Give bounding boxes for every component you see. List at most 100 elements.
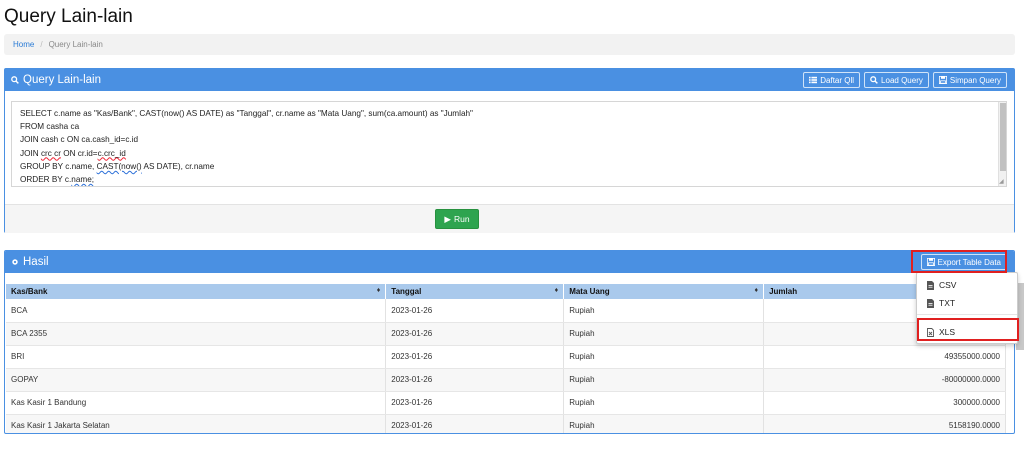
cell-jumlah: -80000000.0000 bbox=[763, 368, 1006, 392]
result-panel: Hasil Export Table Data Kas/Bank ♦ Tangga… bbox=[4, 250, 1015, 434]
export-xls-label: XLS bbox=[939, 327, 956, 337]
cell-tanggal: 2023-01-26 bbox=[385, 414, 565, 433]
cell-tanggal: 2023-01-26 bbox=[385, 299, 565, 323]
sort-icon: ♦ bbox=[754, 287, 759, 294]
table-row: Kas Kasir 1 Jakarta Selatan 2023-01-26 R… bbox=[6, 414, 1006, 433]
run-label: Run bbox=[453, 214, 470, 224]
daftar-qll-button[interactable]: Daftar Qll bbox=[803, 72, 861, 88]
query-footer: ▶ Run bbox=[5, 204, 1014, 233]
column-header-label: Jumlah bbox=[769, 287, 798, 296]
cell-tanggal: 2023-01-26 bbox=[385, 322, 565, 346]
export-csv-label: CSV bbox=[939, 280, 957, 290]
query-panel-title-text: Query Lain-lain bbox=[23, 74, 101, 86]
sql-text: JOIN bbox=[20, 148, 41, 158]
load-query-button[interactable]: Load Query bbox=[864, 72, 929, 88]
sql-misspelled-text: c.crc_id bbox=[97, 148, 126, 158]
table-header-row: Kas/Bank ♦ Tanggal ♦ Mata Uang ♦ Jumlah bbox=[6, 284, 1006, 299]
cell-mata-uang: Rupiah bbox=[563, 414, 765, 433]
table-row: GOPAY 2023-01-26 Rupiah -80000000.0000 bbox=[6, 368, 1006, 392]
gear-icon bbox=[12, 259, 18, 265]
sql-text: AS DATE), cr.name bbox=[141, 161, 215, 171]
column-header-label: Mata Uang bbox=[569, 287, 610, 296]
cell-jumlah: 300000.0000 bbox=[763, 391, 1006, 415]
editor-scrollbar[interactable] bbox=[998, 102, 1006, 186]
cell-kas-bank: GOPAY bbox=[6, 368, 387, 392]
query-panel-header: Query Lain-lain Daftar Qll Load Query Si… bbox=[5, 69, 1014, 91]
excel-file-icon bbox=[927, 327, 934, 337]
search-icon bbox=[870, 76, 878, 84]
daftar-qll-label: Daftar Qll bbox=[820, 75, 855, 85]
result-table: Kas/Bank ♦ Tanggal ♦ Mata Uang ♦ Jumlah BCA… bbox=[6, 284, 1006, 433]
cell-tanggal: 2023-01-26 bbox=[385, 345, 565, 369]
column-header-label: Tanggal bbox=[391, 287, 422, 296]
sql-text: GROUP BY c.name, bbox=[20, 161, 97, 171]
dropdown-divider bbox=[917, 314, 1017, 315]
query-header-buttons: Daftar Qll Load Query Simpan Query bbox=[803, 72, 1007, 88]
export-txt-label: TXT bbox=[939, 298, 956, 308]
cell-mata-uang: Rupiah bbox=[563, 368, 765, 392]
result-panel-title-text: Hasil bbox=[23, 256, 49, 268]
column-header-label: Kas/Bank bbox=[11, 287, 48, 296]
sort-icon: ♦ bbox=[554, 287, 559, 294]
query-panel: Query Lain-lain Daftar Qll Load Query Si… bbox=[4, 68, 1015, 233]
resize-handle-icon[interactable]: ◢ bbox=[999, 179, 1005, 185]
cell-jumlah: 5158190.0000 bbox=[763, 414, 1006, 433]
sql-misspelled-text: crc cr bbox=[40, 148, 61, 158]
cell-mata-uang: Rupiah bbox=[563, 345, 765, 369]
breadcrumb: Home / Query Lain-lain bbox=[4, 34, 1015, 55]
editor-scrollbar-thumb[interactable] bbox=[1000, 103, 1006, 171]
cell-kas-bank: BCA 2355 bbox=[6, 322, 387, 346]
file-icon bbox=[927, 298, 934, 308]
table-row: BRI 2023-01-26 Rupiah 49355000.0000 bbox=[6, 345, 1006, 369]
export-table-data-button[interactable]: Export Table Data bbox=[920, 254, 1007, 270]
export-table-data-label: Export Table Data bbox=[937, 257, 1001, 267]
simpan-query-button[interactable]: Simpan Query bbox=[932, 72, 1007, 88]
sql-query-editor[interactable]: SELECT c.name as "Kas/Bank", CAST(now() … bbox=[11, 101, 1007, 187]
search-icon bbox=[11, 76, 19, 84]
cell-kas-bank: Kas Kasir 1 Jakarta Selatan bbox=[6, 414, 387, 433]
sql-text: ORDER BY c. bbox=[20, 175, 72, 185]
sql-grammar-text: CAST(now() bbox=[96, 161, 142, 171]
result-panel-title: Hasil bbox=[11, 256, 49, 268]
sql-line: JOIN crc cr ON cr.id=c.crc_id bbox=[20, 147, 998, 160]
cell-mata-uang: Rupiah bbox=[563, 391, 765, 415]
result-panel-header: Hasil Export Table Data bbox=[5, 251, 1014, 273]
cell-tanggal: 2023-01-26 bbox=[385, 368, 565, 392]
column-header-kas-bank[interactable]: Kas/Bank ♦ bbox=[6, 284, 387, 299]
cell-kas-bank: BCA bbox=[6, 299, 387, 323]
export-csv-option[interactable]: CSV bbox=[917, 276, 1017, 294]
sort-icon: ♦ bbox=[376, 287, 381, 294]
cell-kas-bank: Kas Kasir 1 Bandung bbox=[6, 391, 387, 415]
export-xls-option[interactable]: XLS bbox=[917, 323, 1017, 341]
page-title: Query Lain-lain bbox=[4, 6, 133, 27]
file-icon bbox=[927, 280, 934, 290]
table-row: BCA 2023-01-26 Rupiah bbox=[6, 299, 1006, 323]
breadcrumb-separator: / bbox=[40, 40, 43, 49]
cell-tanggal: 2023-01-26 bbox=[385, 391, 565, 415]
play-icon: ▶ bbox=[444, 213, 451, 224]
save-icon bbox=[926, 258, 935, 266]
sql-line: FROM casha ca bbox=[20, 122, 80, 132]
export-dropdown-menu: CSV TXT XLS bbox=[916, 272, 1018, 344]
cell-mata-uang: Rupiah bbox=[563, 299, 765, 323]
breadcrumb-current: Query Lain-lain bbox=[48, 40, 103, 49]
sql-line: JOIN cash c ON ca.cash_id=c.id bbox=[20, 135, 139, 145]
run-button[interactable]: ▶ Run bbox=[435, 209, 479, 229]
table-row: Kas Kasir 1 Bandung 2023-01-26 Rupiah 30… bbox=[6, 391, 1006, 415]
cell-jumlah: 49355000.0000 bbox=[763, 345, 1006, 369]
sql-line: ORDER BY c.name; bbox=[20, 173, 998, 186]
export-txt-option[interactable]: TXT bbox=[917, 294, 1017, 312]
table-row: BCA 2355 2023-01-26 Rupiah bbox=[6, 322, 1006, 346]
sql-grammar-text: name; bbox=[71, 175, 95, 185]
column-header-mata-uang[interactable]: Mata Uang ♦ bbox=[563, 284, 765, 299]
sql-text: ON cr.id= bbox=[60, 148, 98, 158]
save-icon bbox=[938, 76, 947, 84]
breadcrumb-home-link[interactable]: Home bbox=[13, 40, 34, 49]
load-query-label: Load Query bbox=[881, 75, 923, 85]
list-icon bbox=[809, 76, 818, 84]
simpan-query-label: Simpan Query bbox=[949, 75, 1001, 85]
cell-mata-uang: Rupiah bbox=[563, 322, 765, 346]
column-header-tanggal[interactable]: Tanggal ♦ bbox=[385, 284, 565, 299]
sql-line: SELECT c.name as "Kas/Bank", CAST(now() … bbox=[20, 109, 473, 118]
cell-kas-bank: BRI bbox=[6, 345, 387, 369]
